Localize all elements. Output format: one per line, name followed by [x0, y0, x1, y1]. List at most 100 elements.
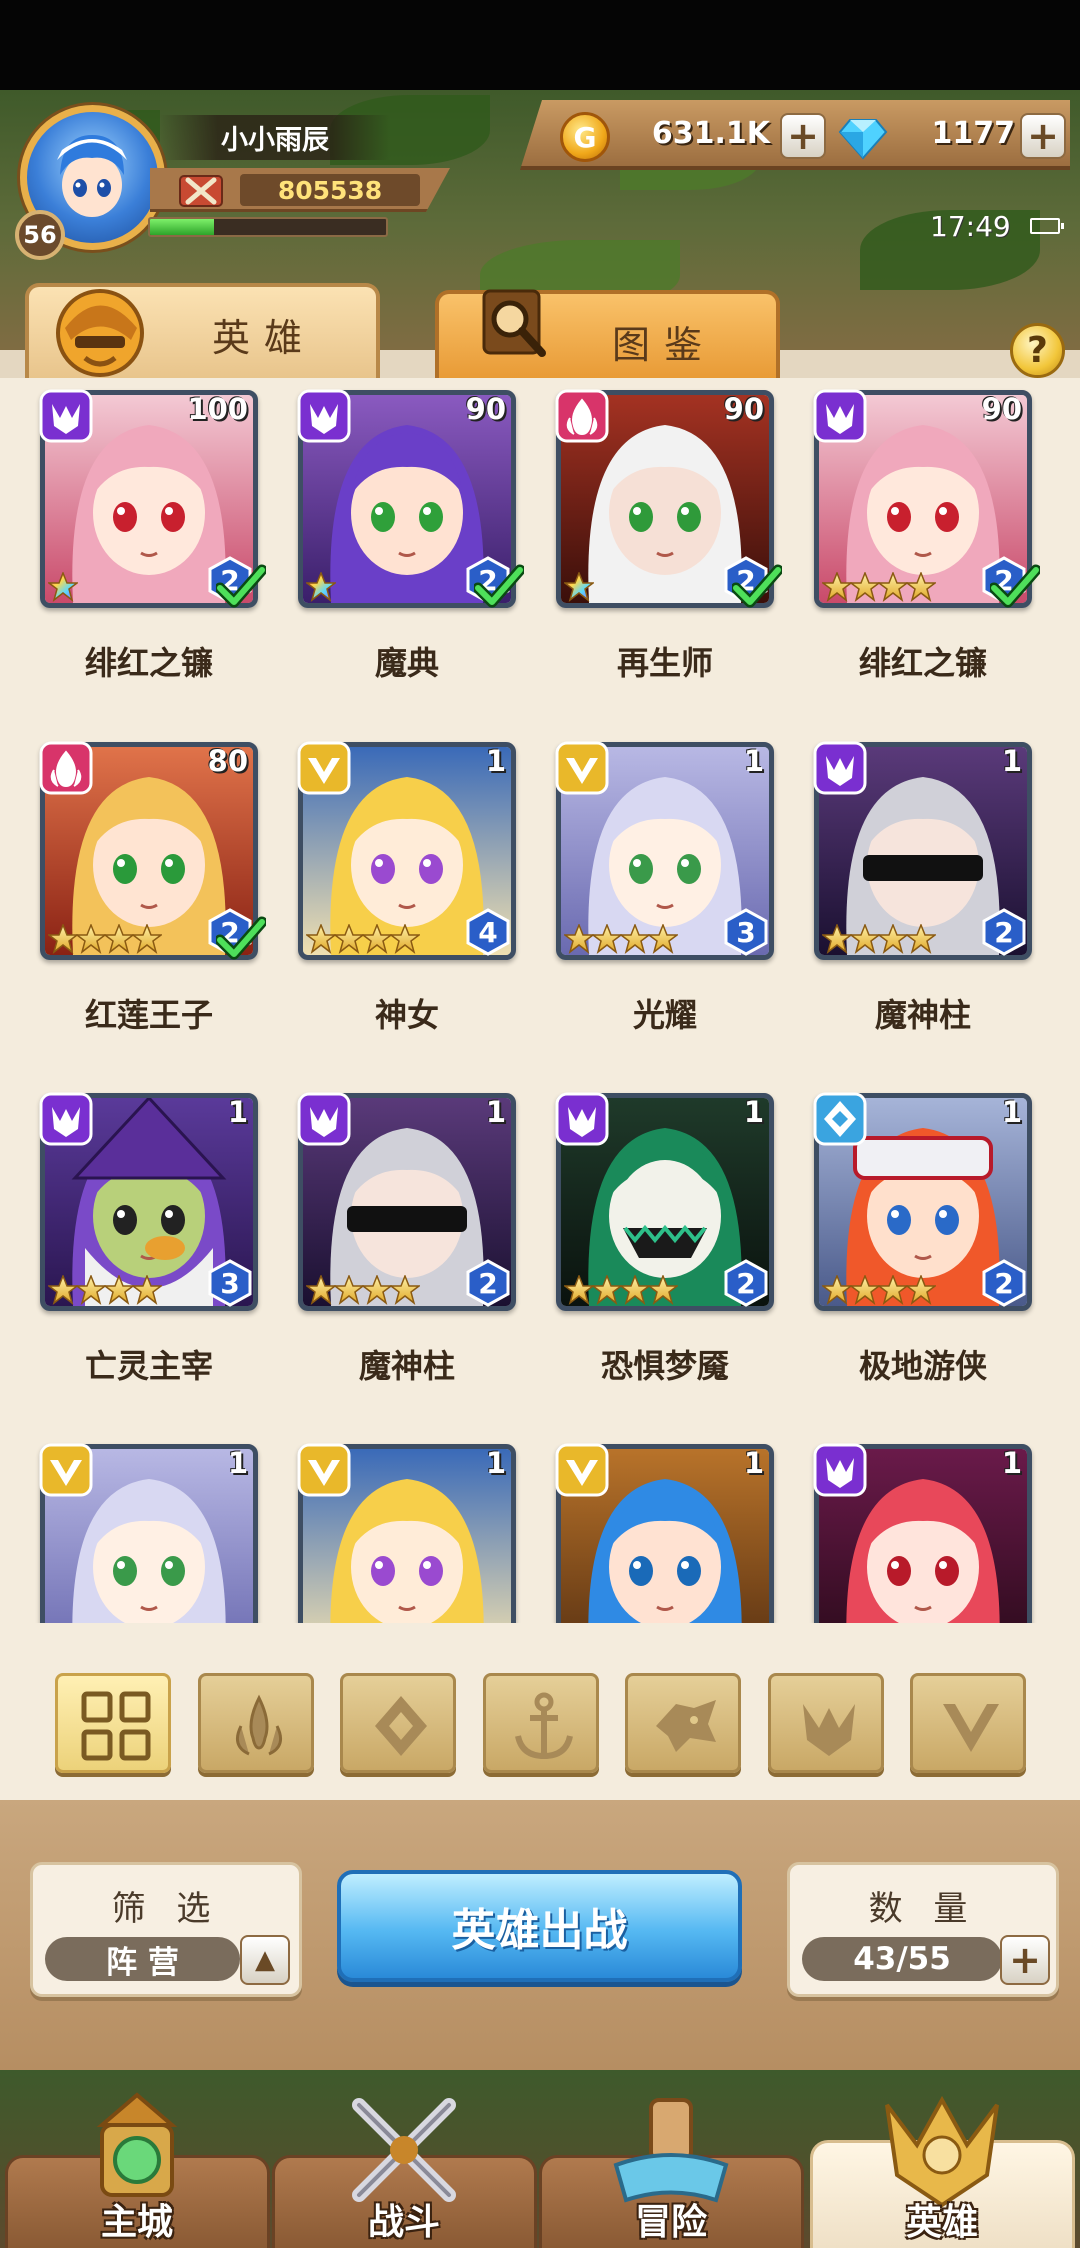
- hero-card[interactable]: 90 2: [297, 389, 524, 608]
- hero-card[interactable]: 12: [297, 1092, 516, 1311]
- hero-level: 1: [1001, 1446, 1022, 1480]
- star-icon: [48, 572, 78, 602]
- hero-level: 1: [743, 1095, 764, 1129]
- star-icon: [906, 572, 936, 602]
- hero-card[interactable]: 1: [813, 1443, 1032, 1623]
- star-icon: [104, 924, 134, 954]
- hero-level: 80: [207, 744, 248, 778]
- star-icon: [850, 572, 880, 602]
- star-icon: [564, 924, 594, 954]
- faction-filter-grid[interactable]: [55, 1673, 171, 1773]
- faction-filter-dark-faction[interactable]: [768, 1673, 884, 1773]
- hero-stars: [564, 1275, 678, 1305]
- anchor-icon: [515, 1692, 573, 1760]
- star-icon: [306, 924, 336, 954]
- star-icon: [620, 924, 650, 954]
- expand-capacity-button[interactable]: +: [1000, 1935, 1050, 1985]
- hero-stars: [48, 572, 78, 602]
- hero-name: 极地游侠: [858, 1347, 987, 1385]
- hero-card[interactable]: 12: [813, 741, 1032, 960]
- faction-filter-light-faction[interactable]: [910, 1673, 1026, 1773]
- dark-faction-icon: [813, 1443, 867, 1497]
- hero-level: 1: [485, 1095, 506, 1129]
- star-icon: [822, 1275, 852, 1305]
- hero-card[interactable]: 12: [813, 1092, 1032, 1311]
- hero-stars: [822, 1275, 936, 1305]
- hero-stars: [48, 1275, 162, 1305]
- hero-level: 100: [187, 392, 248, 426]
- faction-filter-water-faction[interactable]: [340, 1673, 456, 1773]
- hero-count: 2: [994, 915, 1014, 949]
- faction-filter-beast-faction[interactable]: [625, 1673, 741, 1773]
- help-button[interactable]: ?: [1010, 323, 1065, 378]
- hero-count-badge: 2: [980, 1259, 1028, 1307]
- hero-name: 魔典: [374, 644, 439, 682]
- hero-level: 1: [227, 1095, 248, 1129]
- hero-card[interactable]: 12: [555, 1092, 774, 1311]
- hero-card[interactable]: 90 2: [813, 389, 1040, 608]
- water-faction-icon: [813, 1092, 867, 1146]
- star-icon: [362, 1275, 392, 1305]
- hero-card[interactable]: 13: [39, 1092, 258, 1311]
- star-icon: [850, 1275, 880, 1305]
- hero-count: 2: [736, 1266, 756, 1300]
- star-icon: [48, 1275, 78, 1305]
- chevron-up-icon[interactable]: ▲: [240, 1935, 290, 1985]
- hero-card[interactable]: 14: [297, 741, 516, 960]
- player-level-badge: 56: [15, 210, 65, 260]
- checkmark-icon: [474, 564, 524, 608]
- faction-filter-anchor[interactable]: [483, 1673, 599, 1773]
- star-icon: [564, 1275, 594, 1305]
- add-gem-button[interactable]: +: [1020, 113, 1066, 159]
- hero-name: 神女: [374, 996, 439, 1034]
- star-icon: [306, 1275, 336, 1305]
- tab-heroes-label: 英雄: [211, 316, 316, 360]
- gem-value: 1177: [931, 116, 1016, 151]
- star-icon: [564, 572, 594, 602]
- hero-card[interactable]: 1: [297, 1443, 516, 1623]
- filter-title: 筛 选: [111, 1889, 221, 1929]
- hero-stars: [306, 572, 336, 602]
- star-icon: [878, 924, 908, 954]
- tab-gallery-label: 图鉴: [611, 323, 716, 367]
- capacity-title: 数 量: [868, 1889, 978, 1929]
- dark-faction-icon: [297, 1092, 351, 1146]
- light-faction-icon: [297, 741, 351, 795]
- star-icon: [648, 924, 678, 954]
- hero-card[interactable]: 1: [39, 1443, 258, 1623]
- hero-card[interactable]: 80 2: [39, 741, 266, 960]
- star-icon: [592, 1275, 622, 1305]
- fire-faction-icon: [235, 1694, 283, 1756]
- faction-filter-fire-faction[interactable]: [198, 1673, 314, 1773]
- hero-name: 光耀: [632, 996, 697, 1034]
- hero-card[interactable]: 13: [555, 741, 774, 960]
- hero-count: 2: [994, 1266, 1014, 1300]
- hero-name: 再生师: [616, 644, 713, 682]
- star-icon: [850, 924, 880, 954]
- hero-name: 绯红之镰: [858, 644, 987, 682]
- hero-card[interactable]: 1: [555, 1443, 774, 1623]
- hero-count-badge: 3: [206, 1259, 254, 1307]
- light-faction-icon: [555, 1443, 609, 1497]
- hero-card[interactable]: 100 2: [39, 389, 266, 608]
- star-icon: [648, 1275, 678, 1305]
- gold-value: 631.1K: [651, 116, 770, 151]
- deploy-heroes-button[interactable]: 英雄出战: [337, 1870, 742, 1982]
- hero-count: 3: [736, 915, 756, 949]
- star-icon: [306, 572, 336, 602]
- hero-stars: [564, 924, 678, 954]
- hero-name: 魔神柱: [874, 996, 971, 1034]
- faction-filter-dropdown[interactable]: 阵 营: [45, 1937, 240, 1981]
- hero-stars: [306, 1275, 420, 1305]
- hero-card[interactable]: 90 2: [555, 389, 782, 608]
- hero-count-badge: 2: [980, 908, 1028, 956]
- hero-stars: [822, 924, 936, 954]
- nav-label: 主城: [100, 2202, 173, 2243]
- hero-level: 1: [1001, 744, 1022, 778]
- add-gold-button[interactable]: +: [780, 113, 826, 159]
- hero-level: 90: [723, 392, 764, 426]
- hero-level: 90: [981, 392, 1022, 426]
- hero-stars: [48, 924, 162, 954]
- hero-capacity-value: 43/55: [802, 1937, 1002, 1981]
- checkmark-icon: [216, 564, 266, 608]
